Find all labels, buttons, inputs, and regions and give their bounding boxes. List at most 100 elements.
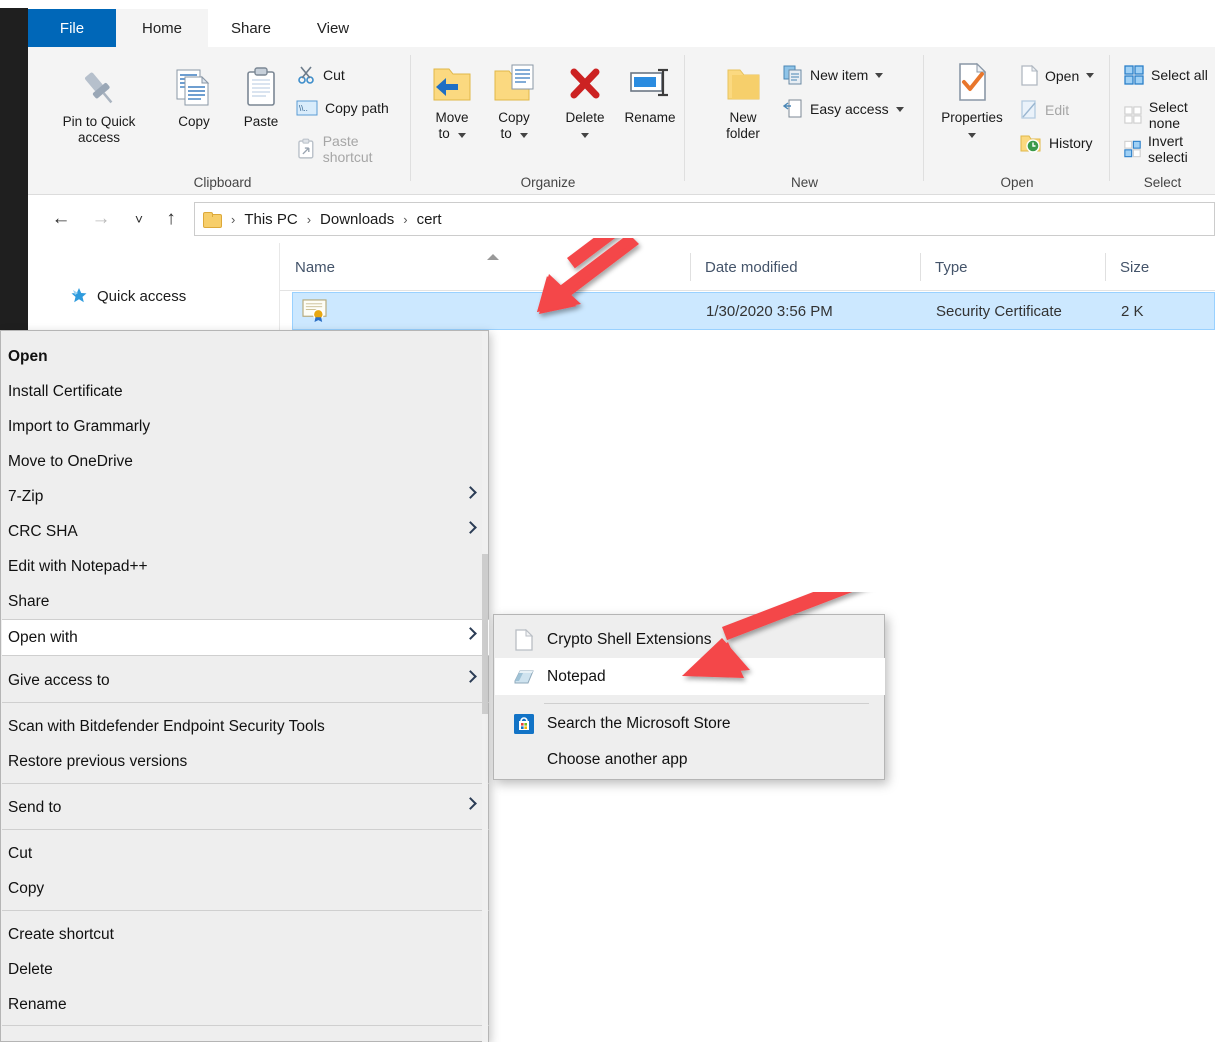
context-menu-item-restore-previous-versions[interactable]: Restore previous versions [2, 744, 489, 779]
context-menu-item-edit-with-notepadpp[interactable]: Edit with Notepad++ [2, 549, 489, 584]
paste-shortcut-button-label: Paste shortcut [322, 133, 373, 165]
context-menu-scrollbar[interactable] [482, 332, 488, 1042]
address-bar[interactable]: › This PC › Downloads › cert [194, 202, 1215, 236]
context-menu-item-open[interactable]: Open [2, 339, 489, 374]
svg-text:\\..: \\.. [299, 104, 308, 113]
submenu-item-notepad[interactable]: Notepad [495, 658, 885, 695]
column-header-type[interactable]: Type [920, 243, 1105, 291]
column-header-name[interactable]: Name [280, 243, 690, 291]
ribbon: Clipboard Pin to Quick access Copy Paste… [28, 47, 1215, 195]
move-to-label-line2: to [438, 126, 450, 141]
context-menu-item-give-access-to[interactable]: Give access to [2, 663, 489, 698]
copy-to-icon [494, 64, 534, 101]
chevron-down-icon[interactable] [457, 133, 466, 138]
back-button[interactable]: ← [46, 204, 76, 234]
column-header-date-modified[interactable]: Date modified [690, 243, 920, 291]
copy-path-icon: \\.. [296, 100, 318, 116]
context-menu-item-crc-sha-label: CRC SHA [8, 522, 78, 540]
cut-button[interactable]: Cut [296, 65, 345, 85]
submenu-separator [544, 703, 869, 704]
context-menu-item-cut[interactable]: Cut [2, 836, 489, 871]
copy-to-button[interactable]: Copy to [483, 63, 545, 142]
chevron-down-icon[interactable] [968, 133, 976, 138]
new-folder-button[interactable]: New folder [709, 63, 777, 142]
table-row[interactable]: 1/30/2020 3:56 PM Security Certificate 2… [292, 292, 1215, 330]
ribbon-group-clipboard: Clipboard Pin to Quick access Copy Paste… [34, 47, 411, 195]
breadcrumb-cert[interactable]: cert [417, 211, 442, 228]
select-none-button[interactable]: Select none [1124, 99, 1215, 131]
rename-button-label: Rename [624, 110, 676, 125]
rename-button[interactable]: Rename [616, 63, 684, 126]
new-folder-label-line2: folder [726, 126, 760, 141]
move-to-label-line1: Move [435, 110, 469, 125]
delete-button[interactable]: Delete [554, 63, 616, 142]
context-menu-item-open-with[interactable]: Open with [2, 620, 489, 655]
context-menu-item-move-to-onedrive[interactable]: Move to OneDrive [2, 444, 489, 479]
chevron-down-icon[interactable] [519, 133, 528, 138]
tab-view[interactable]: View [294, 9, 372, 47]
context-menu-item-send-to[interactable]: Send to [2, 790, 489, 825]
context-menu-item-install-certificate[interactable]: Install Certificate [2, 374, 489, 409]
copy-button[interactable]: Copy [162, 65, 226, 130]
paste-button[interactable]: Paste [230, 65, 292, 130]
select-all-button[interactable]: Select all [1124, 65, 1208, 85]
tab-home[interactable]: Home [116, 9, 208, 47]
paste-shortcut-button[interactable]: Paste shortcut [296, 133, 411, 165]
context-menu-item-7-zip[interactable]: 7-Zip [2, 479, 489, 514]
column-header-size[interactable]: Size [1105, 243, 1215, 291]
sort-ascending-icon [487, 254, 499, 260]
scrollbar-thumb[interactable] [482, 554, 488, 714]
breadcrumb-separator: › [403, 211, 408, 227]
forward-button[interactable]: → [86, 204, 116, 234]
context-menu-item-share[interactable]: Share [2, 584, 489, 619]
open-button[interactable]: Open [1020, 65, 1095, 86]
context-menu-item-open-with-label: Open with [8, 628, 78, 646]
submenu-item-search-the-microsoft-store[interactable]: Search the Microsoft Store [495, 705, 885, 742]
tab-share[interactable]: Share [208, 9, 294, 47]
pin-to-quick-access-label-line2: access [77, 130, 121, 145]
navigation-pane: Quick access Downloads [28, 243, 280, 345]
column-headers: Name Date modified Type Size [280, 243, 1215, 291]
chevron-down-icon[interactable] [581, 133, 589, 138]
context-menu-item-import-to-grammarly[interactable]: Import to Grammarly [2, 409, 489, 444]
breadcrumb-downloads[interactable]: Downloads [320, 211, 394, 228]
pin-icon [85, 72, 113, 104]
context-menu-item-rename[interactable]: Rename [2, 987, 489, 1022]
properties-button-label: Properties [941, 110, 1003, 125]
column-header-name-label: Name [295, 258, 336, 276]
pin-to-quick-access-button[interactable]: Pin to Quick access [44, 65, 154, 146]
move-to-button[interactable]: Move to [421, 63, 483, 142]
submenu-item-choose-another-app[interactable]: Choose another app [495, 741, 885, 778]
context-menu-item-create-shortcut[interactable]: Create shortcut [2, 917, 489, 952]
up-button[interactable]: ↑ [156, 204, 186, 234]
delete-x-icon [570, 68, 600, 99]
properties-button[interactable]: Properties [928, 61, 1016, 142]
submenu-item-crypto-shell-extensions[interactable]: Crypto Shell Extensions [495, 621, 885, 658]
edit-button[interactable]: Edit [1020, 99, 1069, 120]
context-menu-item-crc-sha[interactable]: CRC SHA [2, 514, 489, 549]
context-menu-item-delete[interactable]: Delete [2, 952, 489, 987]
chevron-down-icon[interactable] [895, 106, 904, 112]
context-menu-item-scan-with-bitdefender[interactable]: Scan with Bitdefender Endpoint Security … [2, 709, 489, 744]
context-menu-item-copy[interactable]: Copy [2, 871, 489, 906]
file-type-label: Security Certificate [936, 302, 1062, 320]
invert-selection-button-label: Invert selecti [1148, 133, 1188, 165]
chevron-down-icon[interactable] [875, 72, 884, 78]
easy-access-button[interactable]: Easy access [783, 99, 904, 119]
copy-to-label-line1: Copy [498, 110, 530, 125]
context-menu-item-move-to-onedrive-label: Move to OneDrive [8, 452, 133, 470]
breadcrumb-this-pc[interactable]: This PC [244, 211, 297, 228]
tab-file[interactable]: File [28, 9, 116, 47]
invert-selection-button[interactable]: Invert selecti [1124, 133, 1215, 165]
context-menu-item-scan-with-bitdefender-label: Scan with Bitdefender Endpoint Security … [8, 717, 325, 735]
context-menu-item-7-zip-label: 7-Zip [8, 487, 44, 505]
sidebar-item-quick-access[interactable]: Quick access [70, 287, 186, 305]
history-button[interactable]: History [1020, 133, 1093, 153]
new-item-button[interactable]: New item [783, 65, 884, 85]
context-menu-item-rename-label: Rename [8, 995, 67, 1013]
recent-locations-button[interactable]: ˅ [124, 204, 154, 234]
chevron-down-icon[interactable] [1086, 73, 1095, 78]
copy-path-button[interactable]: \\.. Copy path [296, 99, 389, 117]
ribbon-group-open-label: Open [1000, 175, 1034, 190]
microsoft-store-icon [514, 714, 534, 734]
